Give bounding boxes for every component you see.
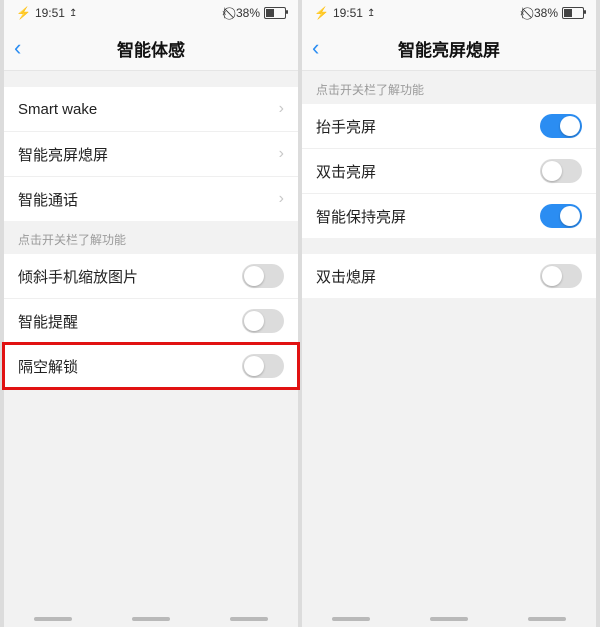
row-label: 隔空解锁 (18, 356, 78, 377)
chevron-right-icon: › (279, 190, 284, 208)
row-tilt-zoom[interactable]: 倾斜手机缩放图片 (4, 254, 298, 299)
toggle-smart-remind[interactable] (242, 309, 284, 333)
row-label: 双击熄屏 (316, 266, 376, 287)
chevron-right-icon: › (279, 100, 284, 118)
status-bar: ⚡ 19:51 ↥ ᚼ ⃠ 38% (302, 0, 596, 26)
status-time: 19:51 (35, 6, 65, 20)
row-label: 智能保持亮屏 (316, 206, 406, 227)
nav-home-pill[interactable] (430, 617, 468, 621)
upload-icon: ↥ (367, 8, 375, 19)
nav-bar: ‹ 智能亮屏熄屏 (302, 26, 596, 71)
toggle-group: 倾斜手机缩放图片 智能提醒 隔空解锁 (4, 254, 298, 388)
battery-percent: 38% (236, 6, 260, 20)
battery-charging-icon: ⚡ (314, 6, 329, 20)
row-double-tap-sleep[interactable]: 双击熄屏 (302, 254, 596, 298)
row-smart-screen[interactable]: 智能亮屏熄屏 › (4, 132, 298, 177)
nav-recent-pill[interactable] (528, 617, 566, 621)
toggle-double-tap-wake[interactable] (540, 159, 582, 183)
row-label: 倾斜手机缩放图片 (18, 266, 138, 287)
bluetooth-icon: ᚼ (221, 6, 228, 20)
page-title: 智能亮屏熄屏 (302, 36, 596, 61)
back-button[interactable]: ‹ (14, 37, 21, 59)
toggle-raise-to-wake[interactable] (540, 114, 582, 138)
phone-left: ⚡ 19:51 ↥ ᚼ ⃠ 38% ‹ 智能体感 Smart wake › 智能… (4, 0, 298, 627)
row-label: 智能提醒 (18, 311, 78, 332)
row-double-tap-wake[interactable]: 双击亮屏 (302, 149, 596, 194)
toggle-group-1: 抬手亮屏 双击亮屏 智能保持亮屏 (302, 104, 596, 238)
status-time: 19:51 (333, 6, 363, 20)
toggle-double-tap-sleep[interactable] (540, 264, 582, 288)
row-label: 双击亮屏 (316, 161, 376, 182)
toggle-group-2: 双击熄屏 (302, 254, 596, 298)
nav-bar: ‹ 智能体感 (4, 26, 298, 71)
row-smart-call[interactable]: 智能通话 › (4, 177, 298, 221)
chevron-right-icon: › (279, 145, 284, 163)
row-label: 智能亮屏熄屏 (18, 144, 108, 165)
row-label: 抬手亮屏 (316, 116, 376, 137)
system-nav-bar (4, 617, 298, 621)
system-nav-bar (302, 617, 596, 621)
section-hint: 点击开关栏了解功能 (302, 71, 596, 104)
row-raise-to-wake[interactable]: 抬手亮屏 (302, 104, 596, 149)
battery-icon (562, 7, 584, 19)
row-smart-wake[interactable]: Smart wake › (4, 87, 298, 132)
nav-group: Smart wake › 智能亮屏熄屏 › 智能通话 › (4, 87, 298, 221)
upload-icon: ↥ (69, 8, 77, 19)
row-air-unlock[interactable]: 隔空解锁 (4, 344, 298, 388)
battery-charging-icon: ⚡ (16, 6, 31, 20)
row-label: 智能通话 (18, 189, 78, 210)
back-button[interactable]: ‹ (312, 37, 319, 59)
bluetooth-icon: ᚼ (519, 6, 526, 20)
toggle-air-unlock[interactable] (242, 354, 284, 378)
nav-home-pill[interactable] (132, 617, 170, 621)
nav-recent-pill[interactable] (230, 617, 268, 621)
row-smart-keep-on[interactable]: 智能保持亮屏 (302, 194, 596, 238)
section-hint: 点击开关栏了解功能 (4, 221, 298, 254)
status-bar: ⚡ 19:51 ↥ ᚼ ⃠ 38% (4, 0, 298, 26)
phone-right: ⚡ 19:51 ↥ ᚼ ⃠ 38% ‹ 智能亮屏熄屏 点击开关栏了解功能 抬手亮… (302, 0, 596, 627)
toggle-tilt-zoom[interactable] (242, 264, 284, 288)
page-title: 智能体感 (4, 36, 298, 61)
row-smart-remind[interactable]: 智能提醒 (4, 299, 298, 344)
battery-percent: 38% (534, 6, 558, 20)
toggle-smart-keep-on[interactable] (540, 204, 582, 228)
battery-icon (264, 7, 286, 19)
nav-back-pill[interactable] (34, 617, 72, 621)
nav-back-pill[interactable] (332, 617, 370, 621)
row-label: Smart wake (18, 101, 97, 118)
screenshot-stage: ⚡ 19:51 ↥ ᚼ ⃠ 38% ‹ 智能体感 Smart wake › 智能… (0, 0, 600, 627)
